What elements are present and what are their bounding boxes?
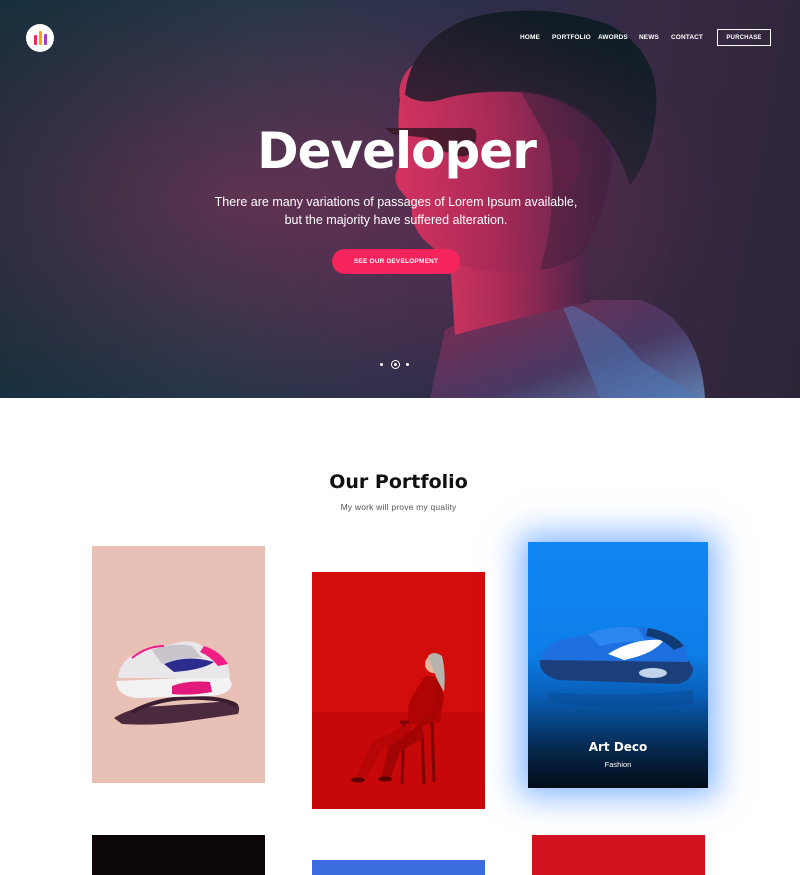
hero-subtitle: There are many variations of passages of… (200, 194, 592, 229)
nav-portfolio[interactable]: PORTFOLIO (552, 34, 591, 41)
portfolio-subtitle: My work will prove my quality (340, 502, 457, 512)
hero-subtitle-line-1: There are many variations of passages of… (214, 195, 578, 209)
nav-news[interactable]: NEWS (639, 34, 659, 41)
hero-section: HOME PORTFOLIO AWORDS NEWS CONTACT PURCH… (0, 0, 800, 398)
slider-dot-2-active[interactable] (391, 360, 400, 369)
portfolio-item-red[interactable] (532, 835, 705, 875)
hero-subtitle-line-2: but the majority have suffered alteratio… (284, 212, 508, 227)
portfolio-item-art-deco[interactable]: Art Deco Fashion (528, 542, 708, 788)
see-development-button[interactable]: SEE OUR DEVELOPMENT (332, 249, 460, 274)
nav-home[interactable]: HOME (520, 34, 540, 41)
sneaker-image (114, 641, 240, 725)
portfolio-title: Our Portfolio (329, 471, 468, 493)
portfolio-item-blue[interactable] (312, 860, 485, 875)
slider-dots (378, 360, 412, 370)
purchase-button[interactable]: PURCHASE (717, 29, 771, 46)
brand-logo-icon[interactable] (26, 24, 54, 52)
woman-chair-image (312, 653, 485, 809)
portfolio-item-red-fashion[interactable] (312, 572, 485, 809)
nav-contact[interactable]: CONTACT (671, 34, 703, 41)
nav-awords[interactable]: AWORDS (598, 34, 628, 41)
slider-dot-1[interactable] (380, 363, 383, 366)
portfolio-item-title: Art Deco (588, 740, 648, 754)
slider-dot-3[interactable] (406, 363, 409, 366)
hero-title: Developer (257, 122, 537, 180)
portfolio-item-category: Fashion (604, 760, 632, 769)
portfolio-item-sneaker-pink[interactable] (92, 546, 265, 783)
portfolio-item-dark[interactable] (92, 835, 265, 875)
